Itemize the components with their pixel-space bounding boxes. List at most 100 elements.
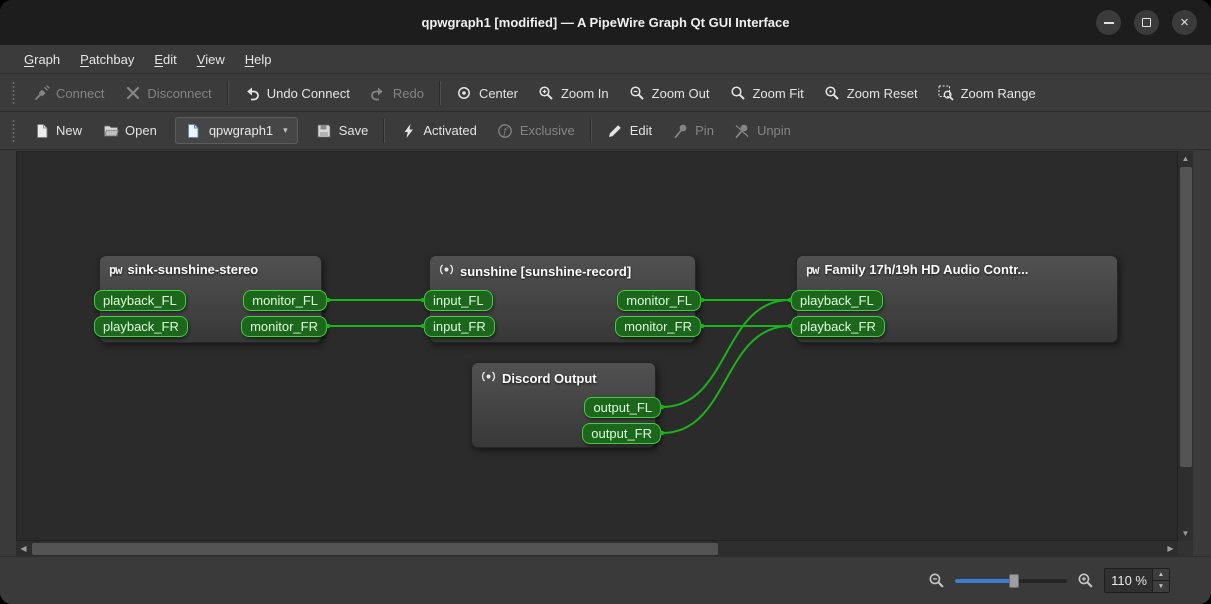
edit-toggle[interactable]: Edit (597, 117, 662, 145)
zoom-spin-up-button[interactable]: ▲ (1153, 569, 1169, 580)
zoom-in-icon (538, 85, 555, 102)
port-monitor-fl[interactable]: monitor_FL (617, 290, 701, 311)
center-button[interactable]: Center (446, 79, 528, 107)
graph-node-sunshine[interactable]: sunshine [sunshine-record] input_FL inpu… (429, 255, 696, 343)
toolbar-handle[interactable] (11, 81, 16, 105)
zoom-slider-fill (955, 579, 1013, 583)
redo-button[interactable]: Redo (360, 79, 434, 107)
scroll-down-arrow[interactable]: ▼ (1178, 526, 1193, 541)
zoom-value[interactable]: 110 % (1105, 569, 1152, 592)
activated-toggle[interactable]: Activated (390, 117, 486, 145)
pencil-icon (607, 122, 624, 139)
toolbar-separator (383, 119, 385, 143)
horizontal-scrollbar-thumb[interactable] (32, 543, 718, 555)
statusbar-zoom-in-button[interactable] (1077, 572, 1094, 589)
menu-help[interactable]: Help (235, 45, 282, 73)
scroll-up-arrow[interactable]: ▲ (1178, 151, 1193, 166)
maximize-button[interactable] (1134, 10, 1159, 35)
svg-text:f: f (503, 126, 509, 137)
close-button[interactable]: × (1172, 10, 1197, 35)
port-playback-fl[interactable]: playback_FL (791, 290, 883, 311)
port-monitor-fr[interactable]: monitor_FR (615, 316, 701, 337)
port-playback-fr[interactable]: playback_FR (791, 316, 885, 337)
port-input-fl[interactable]: input_FL (424, 290, 493, 311)
graph-node-sink-sunshine-stereo[interactable]: pw sink-sunshine-stereo playback_FL play… (99, 255, 322, 343)
toolbar-graph: Connect Disconnect Undo Connect Redo Cen… (0, 75, 1211, 112)
zoom-spin-down-button[interactable]: ▼ (1153, 580, 1169, 592)
zoom-fit-button[interactable]: Zoom Fit (719, 79, 813, 107)
node-title-text: sunshine [sunshine-record] (460, 264, 631, 279)
port-playback-fl[interactable]: playback_FL (94, 290, 186, 311)
graph-canvas[interactable]: pw sink-sunshine-stereo playback_FL play… (16, 151, 1178, 541)
vertical-scrollbar-thumb[interactable] (1180, 167, 1192, 467)
node-title-text: sink-sunshine-stereo (127, 262, 258, 277)
vertical-scrollbar[interactable]: ▲ ▼ (1178, 151, 1193, 541)
zoom-slider-handle[interactable] (1009, 574, 1019, 588)
scroll-left-arrow[interactable]: ◀ (16, 541, 31, 556)
menu-edit[interactable]: Edit (144, 45, 186, 73)
toolbar-file: New Open qpwgraph1 ▾ Save Activated f Ex… (0, 112, 1211, 150)
center-icon (456, 85, 473, 102)
node-title: Discord Output (481, 369, 649, 387)
graph-view: pw sink-sunshine-stereo playback_FL play… (16, 151, 1193, 556)
zoom-range-button[interactable]: Zoom Range (928, 79, 1046, 107)
maximize-icon (1142, 18, 1151, 27)
disconnect-button[interactable]: Disconnect (114, 79, 221, 107)
zoom-fit-icon (729, 85, 746, 102)
menu-patchbay[interactable]: Patchbay (70, 45, 144, 73)
port-input-fr[interactable]: input_FR (424, 316, 495, 337)
port-output-fr[interactable]: output_FR (582, 423, 661, 444)
new-file-icon (33, 122, 50, 139)
minimize-icon (1104, 22, 1114, 24)
zoom-reset-icon (824, 85, 841, 102)
zoom-slider[interactable] (955, 572, 1067, 590)
node-title-text: Discord Output (502, 371, 597, 386)
zoom-out-icon (629, 85, 646, 102)
record-icon (481, 369, 496, 387)
node-title-text: Family 17h/19h HD Audio Contr... (824, 262, 1028, 277)
disconnect-icon (124, 85, 141, 102)
pipewire-icon: pw (806, 263, 818, 277)
zoom-reset-button[interactable]: Zoom Reset (814, 79, 928, 107)
pin-button[interactable]: Pin (662, 117, 724, 145)
save-icon (316, 122, 333, 139)
exclusive-toggle[interactable]: f Exclusive (487, 117, 585, 145)
node-title: pw Family 17h/19h HD Audio Contr... (806, 262, 1111, 277)
port-playback-fr[interactable]: playback_FR (94, 316, 188, 337)
port-monitor-fr[interactable]: monitor_FR (241, 316, 327, 337)
port-monitor-fl[interactable]: monitor_FL (243, 290, 327, 311)
zoom-spinbox[interactable]: 110 % ▲ ▼ (1104, 568, 1170, 593)
pipewire-icon: pw (109, 263, 121, 277)
graph-node-discord-output[interactable]: Discord Output output_FL output_FR (471, 362, 656, 448)
chevron-down-icon: ▾ (283, 125, 288, 136)
zoom-spin-arrows: ▲ ▼ (1152, 569, 1169, 592)
unpin-button[interactable]: Unpin (724, 117, 801, 145)
node-title: pw sink-sunshine-stereo (109, 262, 315, 277)
menu-view[interactable]: View (187, 45, 235, 73)
zoom-in-button[interactable]: Zoom In (528, 79, 619, 107)
record-icon (439, 262, 454, 280)
patchbay-file-combobox[interactable]: qpwgraph1 ▾ (175, 117, 298, 144)
toolbar-separator (590, 119, 592, 143)
graph-node-family-audio-controller[interactable]: pw Family 17h/19h HD Audio Contr... play… (796, 255, 1118, 343)
node-title: sunshine [sunshine-record] (439, 262, 689, 280)
undo-connect-button[interactable]: Undo Connect (234, 79, 360, 107)
toolbar-handle[interactable] (11, 119, 16, 143)
toolbar-separator (227, 81, 229, 105)
connect-button[interactable]: Connect (23, 79, 114, 107)
titlebar[interactable]: qpwgraph1 [modified] — A PipeWire Graph … (0, 0, 1211, 45)
statusbar-zoom-out-button[interactable] (928, 572, 945, 589)
lightning-icon (400, 122, 417, 139)
new-button[interactable]: New (23, 117, 92, 145)
save-button[interactable]: Save (306, 117, 379, 145)
menu-graph[interactable]: Graph (14, 45, 70, 73)
minimize-button[interactable] (1096, 10, 1121, 35)
close-icon: × (1180, 15, 1189, 30)
horizontal-scrollbar[interactable]: ◀ ▶ (16, 541, 1178, 556)
zoom-out-button[interactable]: Zoom Out (619, 79, 720, 107)
scroll-right-arrow[interactable]: ▶ (1163, 541, 1178, 556)
open-button[interactable]: Open (92, 117, 167, 145)
app-window: qpwgraph1 [modified] — A PipeWire Graph … (0, 0, 1211, 604)
port-output-fl[interactable]: output_FL (584, 397, 661, 418)
connection-layer (17, 152, 1178, 541)
